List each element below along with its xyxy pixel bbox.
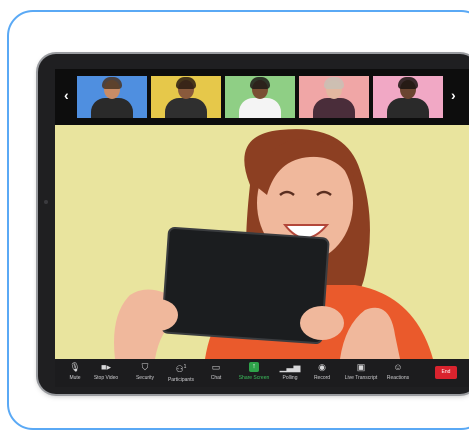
chat-icon: ▭ [211, 362, 221, 372]
cc-icon: ▣ [356, 362, 366, 372]
share-screen-icon: ↑ [249, 362, 259, 372]
participants-icon: ⚇1 [175, 364, 187, 374]
stop-video-button[interactable]: ■▸ Stop Video [89, 361, 123, 381]
emoji-icon: ☺ [393, 362, 403, 372]
end-meeting-button[interactable]: End [435, 366, 457, 379]
chevron-left-icon[interactable]: ‹ [64, 87, 69, 103]
participant-thumbnail[interactable] [299, 76, 369, 118]
participant-strip: ‹ › [55, 69, 469, 125]
meeting-screen: ‹ › 🎙︎ Mute ■▸ Stop Video ⛉ Security ⚇1 … [55, 69, 469, 387]
active-speaker-video [55, 125, 469, 359]
chevron-right-icon[interactable]: › [451, 87, 456, 103]
record-icon: ◉ [318, 362, 326, 372]
chat-button[interactable]: ▭ Chat [207, 361, 225, 381]
shield-icon: ⛉ [141, 362, 149, 372]
participant-thumbnail[interactable] [151, 76, 221, 118]
bar-chart-icon: ▁▃▅ [279, 362, 301, 372]
live-transcript-button[interactable]: ▣ Live Transcript [341, 361, 381, 381]
microphone-icon: 🎙︎ [69, 362, 81, 372]
meeting-toolbar: 🎙︎ Mute ■▸ Stop Video ⛉ Security ⚇1 Part… [55, 359, 469, 387]
video-camera-icon: ■▸ [101, 362, 111, 372]
security-button[interactable]: ⛉ Security [133, 361, 157, 381]
share-screen-button[interactable]: ↑ Share Screen [235, 361, 273, 381]
reactions-button[interactable]: ☺ Reactions [385, 361, 411, 381]
record-button[interactable]: ◉ Record [311, 361, 333, 381]
mute-button[interactable]: 🎙︎ Mute [63, 361, 87, 381]
participant-thumbnail[interactable] [77, 76, 147, 118]
polling-button[interactable]: ▁▃▅ Polling [279, 361, 301, 381]
participant-thumbnail[interactable] [373, 76, 443, 118]
tablet-camera [44, 200, 48, 204]
participant-thumbnail[interactable] [225, 76, 295, 118]
speaker-illustration [55, 125, 469, 359]
participants-button[interactable]: ⚇1 Participants [165, 361, 197, 383]
